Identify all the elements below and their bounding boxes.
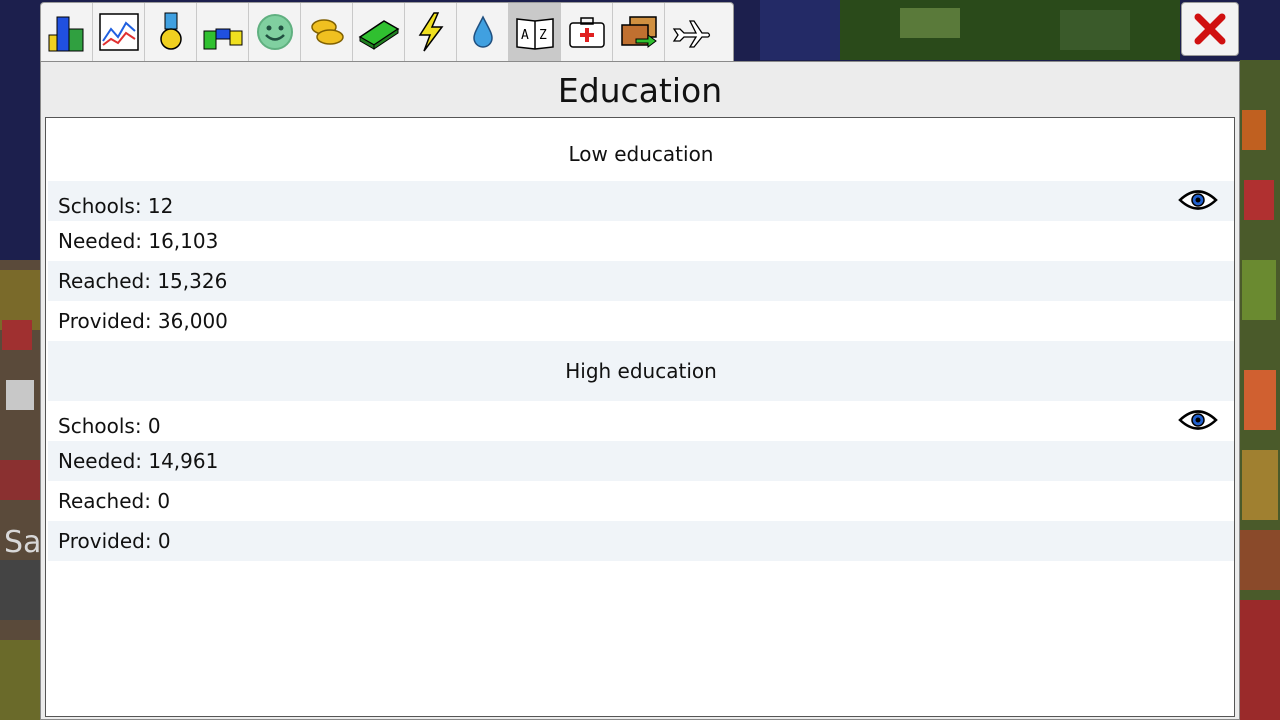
section-title: High education (565, 359, 717, 383)
high-schools-count: Schools: 0 (58, 414, 161, 438)
education-window: Education Low education Schools: 12 Need… (40, 61, 1240, 720)
tab-education[interactable]: A Z (509, 3, 561, 61)
coins-icon (310, 19, 344, 45)
high-schools-row: Schools: 0 (48, 401, 1234, 441)
low-provided-value: Provided: 36,000 (58, 309, 228, 333)
airplane-icon (672, 20, 711, 48)
high-reached-row: Reached: 0 (48, 481, 1234, 521)
book-icon: A Z (515, 18, 554, 50)
svg-text:Sa: Sa (4, 525, 41, 560)
high-needed-value: Needed: 14,961 (58, 449, 219, 473)
high-reached-value: Reached: 0 (58, 489, 171, 513)
lightning-icon (418, 12, 443, 52)
svg-text:Z: Z (539, 28, 547, 43)
money-icon (358, 20, 399, 50)
zones-icon (203, 28, 242, 50)
tab-zones[interactable] (197, 3, 249, 61)
low-reached-value: Reached: 15,326 (58, 269, 228, 293)
low-schools-count: Schools: 12 (58, 194, 174, 218)
tab-water[interactable] (457, 3, 509, 61)
tab-coins[interactable] (301, 3, 353, 61)
high-needed-row: Needed: 14,961 (48, 441, 1234, 481)
low-provided-row: Provided: 36,000 (48, 301, 1234, 341)
buildings-icon (48, 16, 83, 52)
category-tabs: A Z (40, 2, 734, 61)
low-education-header: Low education (48, 134, 1234, 174)
section-title: Low education (568, 142, 714, 166)
first-aid-icon (568, 17, 605, 48)
eye-icon[interactable] (1178, 409, 1218, 431)
tab-transport[interactable] (613, 3, 665, 61)
tab-airport[interactable] (665, 3, 717, 61)
low-schools-row: Schools: 12 (48, 181, 1234, 221)
high-provided-row: Provided: 0 (48, 521, 1234, 561)
smiley-icon (256, 14, 293, 50)
close-icon (1194, 13, 1226, 45)
medal-icon (159, 12, 182, 50)
tab-energy[interactable] (405, 3, 457, 61)
high-education-header: High education (48, 341, 1234, 401)
low-needed-value: Needed: 16,103 (58, 229, 219, 253)
close-button[interactable] (1181, 2, 1239, 56)
window-title: Education (557, 70, 723, 110)
low-needed-row: Needed: 16,103 (48, 221, 1234, 261)
transport-icon (620, 16, 657, 48)
tab-happiness[interactable] (249, 3, 301, 61)
low-reached-row: Reached: 15,326 (48, 261, 1234, 301)
eye-icon[interactable] (1178, 189, 1218, 211)
education-content: Low education Schools: 12 Needed: 16,103… (45, 117, 1235, 717)
graph-icon (98, 13, 139, 51)
tab-buildings[interactable] (41, 3, 93, 61)
tab-medal[interactable] (145, 3, 197, 61)
high-provided-value: Provided: 0 (58, 529, 171, 553)
water-drop-icon (472, 15, 493, 48)
svg-text:A: A (521, 28, 529, 43)
tab-money[interactable] (353, 3, 405, 61)
tab-health[interactable] (561, 3, 613, 61)
tab-graph[interactable] (93, 3, 145, 61)
